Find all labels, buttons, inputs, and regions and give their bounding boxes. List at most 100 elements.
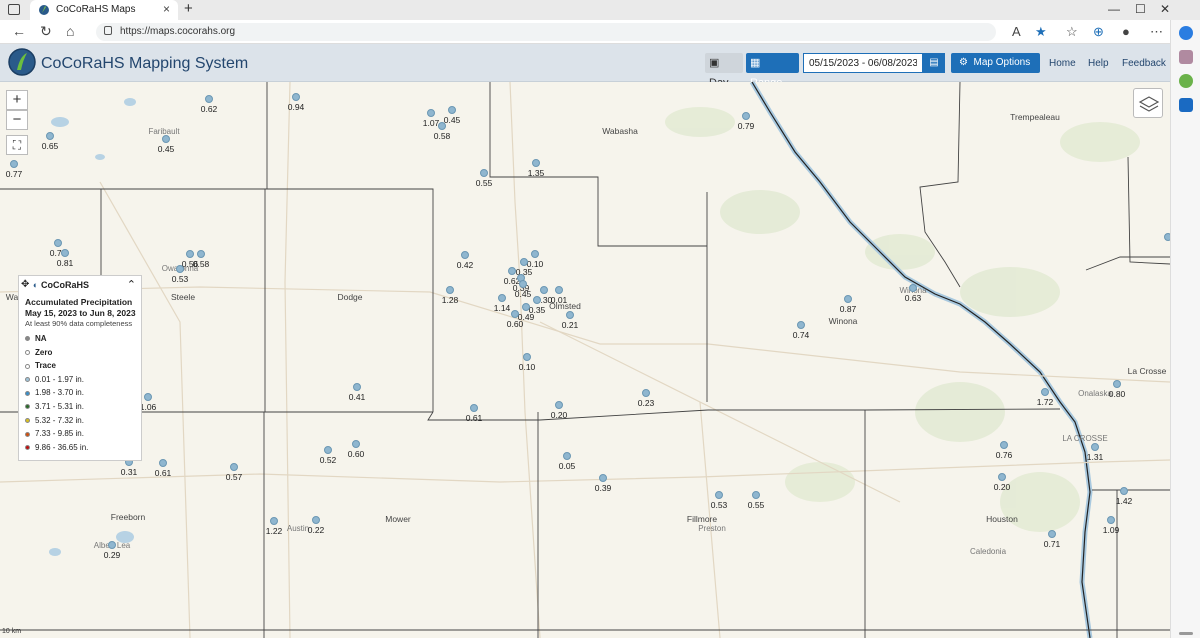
station-marker[interactable] [159,459,167,467]
station-marker[interactable] [531,250,539,258]
station-marker[interactable] [1041,388,1049,396]
map-canvas[interactable]: + − ⛶ Wabasha Trempealeau Dodge Steele Olmst… [0,82,1170,638]
station-marker[interactable] [186,250,194,258]
town-label: Austin [286,524,310,533]
new-tab-icon[interactable]: + [184,0,193,17]
favorite-star-icon[interactable]: ★ [1035,24,1047,40]
station-marker[interactable] [292,93,300,101]
day-button[interactable]: ▣ Day [705,53,743,89]
station-marker[interactable] [1113,380,1121,388]
mississippi-river [749,82,1093,638]
station-marker[interactable] [642,389,650,397]
station-marker[interactable] [555,286,563,294]
browser-tab[interactable]: CoCoRaHS Maps × [30,0,178,20]
station-marker[interactable] [46,132,54,140]
minimize-icon[interactable]: — [1108,2,1120,16]
collections-icon[interactable]: ☆ [1066,24,1078,40]
station-marker[interactable] [599,474,607,482]
station-marker[interactable] [480,169,488,177]
zoom-in-button[interactable]: + [6,90,28,110]
layers-button[interactable] [1133,88,1163,118]
station-marker[interactable] [162,135,170,143]
zoom-out-button[interactable]: − [6,110,28,130]
station-marker[interactable] [519,280,527,288]
shopping-icon[interactable] [1179,50,1193,64]
home-icon[interactable]: ⌂ [66,23,74,39]
station-marker[interactable] [438,122,446,130]
map-options-button[interactable]: ⚙ Map Options [951,53,1040,73]
station-marker[interactable] [797,321,805,329]
tools-icon[interactable] [1179,74,1193,88]
close-tab-icon[interactable]: × [163,2,170,16]
sidebar-add-icon[interactable] [1179,632,1193,635]
download-icon[interactable]: ⊕ [1093,24,1104,40]
station-marker[interactable] [844,295,852,303]
station-marker[interactable] [715,491,723,499]
station-marker[interactable] [324,446,332,454]
app-header: CoCoRaHS Mapping System ▣ Day ▦ Range ▤ … [0,44,1170,89]
station-marker[interactable] [520,258,528,266]
station-marker[interactable] [1107,516,1115,524]
station-marker[interactable] [1120,487,1128,495]
station-marker[interactable] [511,310,519,318]
station-marker[interactable] [353,383,361,391]
station-marker[interactable] [144,393,152,401]
station-marker[interactable] [176,265,184,273]
station-marker[interactable] [461,251,469,259]
profile-avatar-icon[interactable]: ● [1122,24,1130,39]
fullscreen-button[interactable]: ⛶ [6,135,28,155]
calendar-picker-button[interactable]: ▤ [923,53,945,73]
station-marker[interactable] [205,95,213,103]
url-field[interactable]: https://maps.cocorahs.org [96,23,996,41]
station-marker[interactable] [61,249,69,257]
station-marker[interactable] [532,159,540,167]
station-marker[interactable] [446,286,454,294]
station-marker[interactable] [533,296,541,304]
station-marker[interactable] [742,112,750,120]
station-marker[interactable] [10,160,18,168]
station-marker[interactable] [508,267,516,275]
date-range-input[interactable] [803,53,923,73]
station-marker[interactable] [540,286,548,294]
station-marker[interactable] [448,106,456,114]
legend-panel[interactable]: ✥ ◐ CoCoRaHS ⌃ Accumulated Precipitation… [18,275,142,461]
back-icon[interactable]: ← [12,23,26,39]
station-marker[interactable] [312,516,320,524]
station-marker[interactable] [108,541,116,549]
station-marker[interactable] [1000,441,1008,449]
close-window-icon[interactable]: ✕ [1160,2,1170,16]
read-aloud-icon[interactable]: A [1012,24,1021,39]
station-marker[interactable] [998,473,1006,481]
station-marker[interactable] [522,303,530,311]
collapse-legend-icon[interactable]: ⌃ [127,278,136,291]
station-marker[interactable] [352,440,360,448]
maximize-icon[interactable]: ☐ [1135,2,1146,16]
station-marker[interactable] [752,491,760,499]
station-marker[interactable] [909,284,917,292]
station-marker[interactable] [54,239,62,247]
nav-help-link[interactable]: Help [1088,58,1109,69]
nav-feedback-link[interactable]: Feedback [1122,58,1166,69]
station-marker[interactable] [270,517,278,525]
station-marker[interactable] [427,109,435,117]
station-marker[interactable] [566,311,574,319]
outlook-icon[interactable] [1179,98,1193,112]
range-button[interactable]: ▦ Range [746,53,799,89]
refresh-icon[interactable]: ↻ [40,23,52,40]
station-marker[interactable] [1091,443,1099,451]
station-marker[interactable] [523,353,531,361]
station-marker[interactable] [197,250,205,258]
station-value-label: 0.10 [518,362,536,372]
station-marker[interactable] [1048,530,1056,538]
window-menu-icon[interactable] [8,4,20,15]
station-marker[interactable] [498,294,506,302]
more-menu-icon[interactable]: ⋯ [1150,24,1163,40]
station-marker[interactable] [470,404,478,412]
bing-icon[interactable] [1179,26,1193,40]
station-marker[interactable] [230,463,238,471]
move-handle-icon[interactable]: ✥ [21,279,29,290]
station-marker[interactable] [1164,233,1170,241]
nav-home-link[interactable]: Home [1049,58,1076,69]
station-marker[interactable] [555,401,563,409]
station-marker[interactable] [563,452,571,460]
